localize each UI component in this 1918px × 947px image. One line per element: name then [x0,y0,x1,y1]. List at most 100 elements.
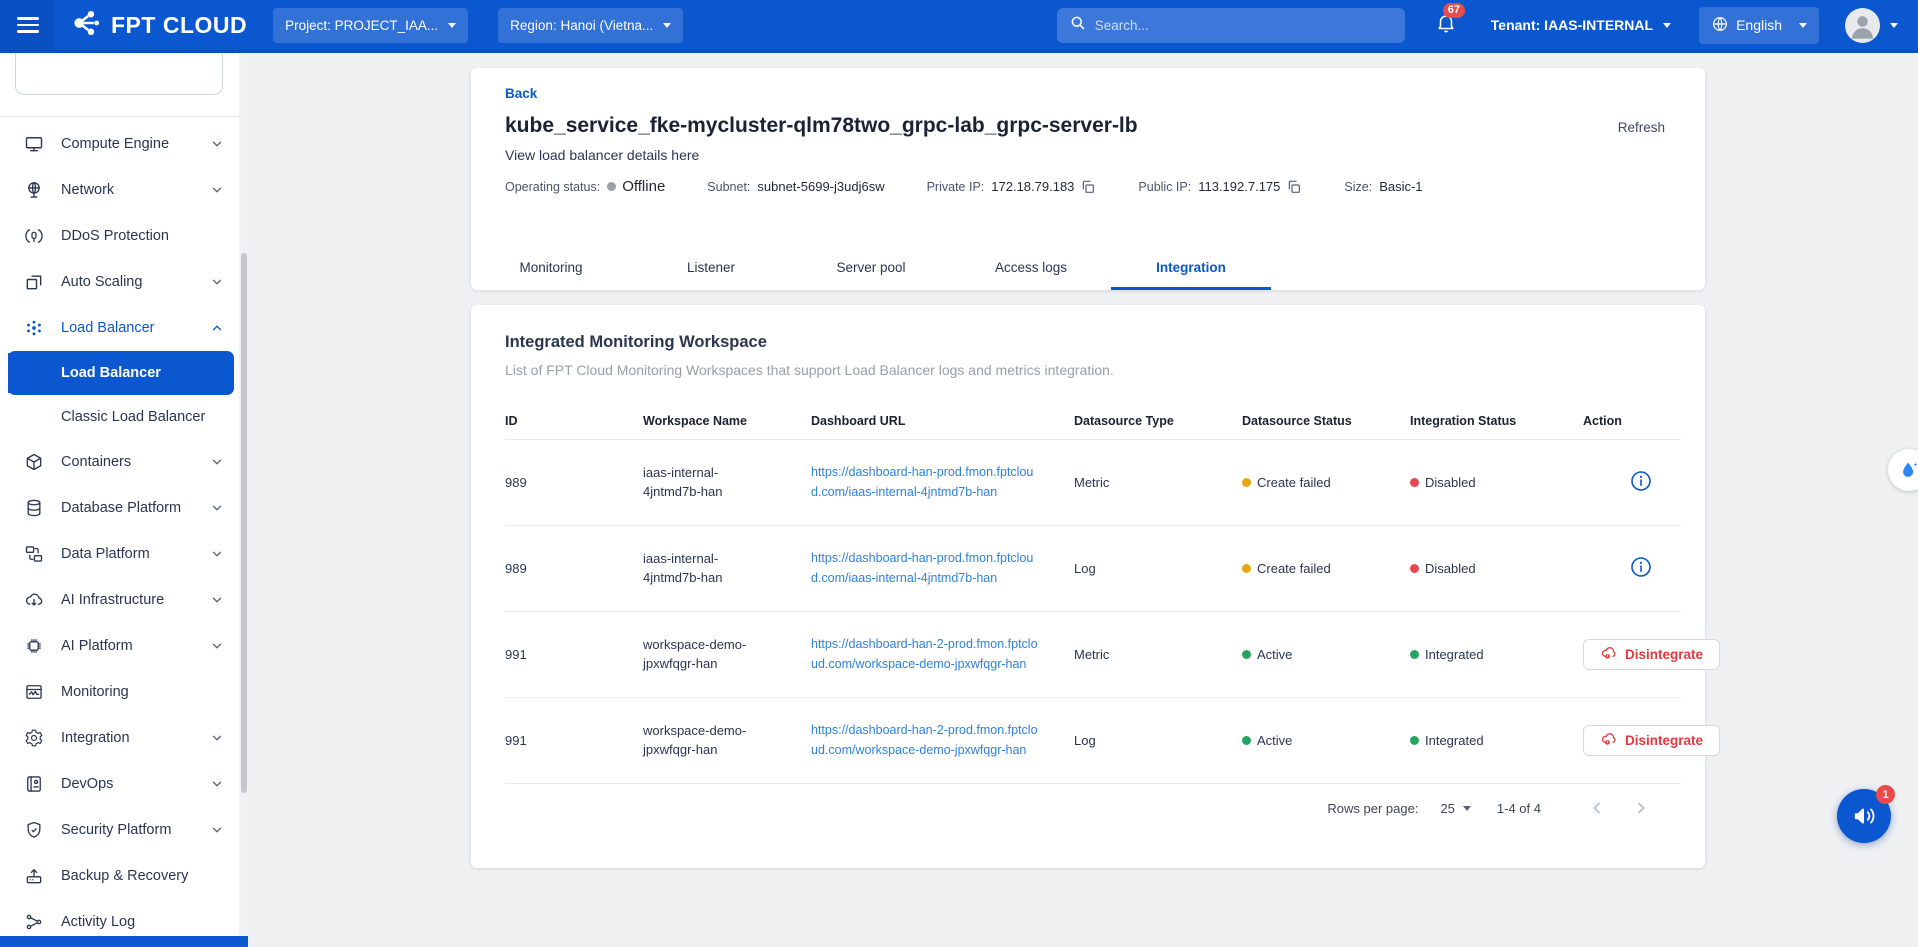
sidebar-item-devops[interactable]: DevOps [0,761,238,807]
sidebar-item-auto-scaling[interactable]: Auto Scaling [0,259,238,305]
sidebar-item-compute-engine[interactable]: Compute Engine [0,121,238,167]
account-menu[interactable] [1845,8,1898,43]
col-workspace-name: Workspace Name [643,414,803,428]
sidebar-item-ai-infrastructure[interactable]: AI Infrastructure [0,577,238,623]
dashboard-url-link[interactable]: https://dashboard-han-2-prod.fmon.fptclo… [811,635,1041,674]
search-input[interactable] [1095,18,1393,33]
cell-workspace-name: workspace-demo-jpxwfqgr-han [643,636,763,674]
chevron-down-icon [1663,23,1671,28]
sidebar-scrollbar[interactable] [239,53,248,947]
pagination-range: 1-4 of 4 [1497,801,1541,816]
cell-integration-status: Integrated [1425,733,1484,748]
dashboard-url-link[interactable]: https://dashboard-han-2-prod.fmon.fptclo… [811,721,1041,760]
cloud-remove-icon [1600,644,1618,665]
dashboard-url-link[interactable]: https://dashboard-han-prod.fmon.fptcloud… [811,549,1041,588]
sidebar-item-label: Activity Log [61,914,224,930]
sidebar-search-input[interactable] [15,47,223,95]
main-content: Back kube_service_fke-mycluster-qlm78two… [248,53,1918,947]
sidebar-item-label: Compute Engine [61,136,210,152]
info-icon[interactable] [1629,567,1653,582]
error-status-dot [1410,564,1419,573]
sidebar-subitem-load-balancer[interactable]: Load Balancer [8,351,234,395]
sidebar-item-network[interactable]: Network [0,167,238,213]
public-ip-label: Public IP: [1138,180,1191,194]
language-select[interactable]: English [1699,7,1819,44]
brand-logo[interactable]: FPT CLOUD [69,6,247,45]
disintegrate-button[interactable]: Disintegrate [1583,639,1720,670]
sidebar-item-label: DevOps [61,776,210,792]
sidebar-item-ddos-protection[interactable]: DDoS Protection [0,213,238,259]
tab-monitoring[interactable]: Monitoring [471,248,631,290]
sidebar-item-monitoring[interactable]: Monitoring [0,669,238,715]
chevron-down-icon [210,137,224,151]
project-select[interactable]: Project: PROJECT_IAA... [273,8,468,43]
divider [0,116,248,117]
copy-icon[interactable] [1080,179,1096,195]
chevron-down-icon [1799,23,1807,28]
back-link[interactable]: Back [505,86,537,101]
announcements-button[interactable]: 1 [1837,789,1891,843]
tab-integration[interactable]: Integration [1111,248,1271,290]
status-row: Operating status: Offline Subnet: subnet… [505,178,1681,195]
sidebar-item-integration[interactable]: Integration [0,715,238,761]
scrollbar-thumb[interactable] [241,253,247,793]
page-title: kube_service_fke-mycluster-qlm78two_grpc… [505,114,1618,138]
sidebar-item-backup-recovery[interactable]: Backup & Recovery [0,853,238,899]
sidebar-item-containers[interactable]: Containers [0,439,238,485]
sidebar-item-label: Containers [61,454,210,470]
col-integration-status: Integration Status [1410,414,1575,428]
tenant-select[interactable]: Tenant: IAAS-INTERNAL [1491,17,1671,33]
disintegrate-button[interactable]: Disintegrate [1583,725,1720,756]
active-status-dot [1410,650,1419,659]
table-row: 989 iaas-internal-4jntmd7b-han https://d… [505,526,1681,612]
notifications-button[interactable]: 67 [1435,12,1457,39]
devops-icon [24,774,44,794]
tab-server-pool[interactable]: Server pool [791,248,951,290]
cell-datasource-type: Log [1074,733,1234,748]
megaphone-icon [1851,803,1877,829]
refresh-button[interactable]: Refresh [1618,120,1665,135]
hamburger-menu-icon[interactable] [0,0,55,52]
global-search[interactable] [1057,8,1405,43]
info-icon[interactable] [1629,481,1653,496]
cell-id: 989 [505,475,635,490]
cell-id: 989 [505,561,635,576]
sidebar-item-data-platform[interactable]: Data Platform [0,531,238,577]
public-ip-value: 113.192.7.175 [1198,179,1280,194]
sidebar-item-security-platform[interactable]: Security Platform [0,807,238,853]
sidebar-item-load-balancer[interactable]: Load Balancer [0,305,238,351]
subnet-label: Subnet: [707,180,750,194]
previous-page-icon[interactable] [1575,799,1619,817]
col-id: ID [505,414,635,428]
col-datasource-type: Datasource Type [1074,414,1234,428]
copy-icon[interactable] [1286,179,1302,195]
sidebar-subitem-classic-load-balancer[interactable]: Classic Load Balancer [0,395,238,439]
active-indicator [8,353,13,393]
next-page-icon[interactable] [1619,799,1663,817]
sidebar-item-label: Load Balancer [61,320,210,336]
chevron-up-icon [210,321,224,335]
sidebar-subitem-label: Classic Load Balancer [61,409,205,425]
cell-integration-status: Integrated [1425,647,1484,662]
tab-listener[interactable]: Listener [631,248,791,290]
sidebar-item-label: Monitoring [61,684,224,700]
tab-access-logs[interactable]: Access logs [951,248,1111,290]
dashboard-url-link[interactable]: https://dashboard-han-prod.fmon.fptcloud… [811,463,1041,502]
disintegrate-label: Disintegrate [1625,647,1703,662]
sidebar-item-database-platform[interactable]: Database Platform [0,485,238,531]
warning-status-dot [1242,564,1251,573]
sidebar-item-ai-platform[interactable]: AI Platform [0,623,238,669]
table-row: 989 iaas-internal-4jntmd7b-han https://d… [505,440,1681,526]
private-ip-label: Private IP: [927,180,985,194]
cell-datasource-status: Create failed [1257,561,1331,576]
col-datasource-status: Datasource Status [1242,414,1402,428]
cell-workspace-name: workspace-demo-jpxwfqgr-han [643,722,763,760]
rows-per-page-select[interactable]: 25 [1440,801,1470,816]
notification-badge: 67 [1443,3,1465,18]
workspace-card-title: Integrated Monitoring Workspace [505,333,1681,352]
region-select-value: Region: Hanoi (Vietna... [510,18,653,33]
cell-id: 991 [505,733,635,748]
region-select[interactable]: Region: Hanoi (Vietna... [498,8,683,43]
containers-icon [24,452,44,472]
sidebar-item-label: Backup & Recovery [61,868,224,884]
